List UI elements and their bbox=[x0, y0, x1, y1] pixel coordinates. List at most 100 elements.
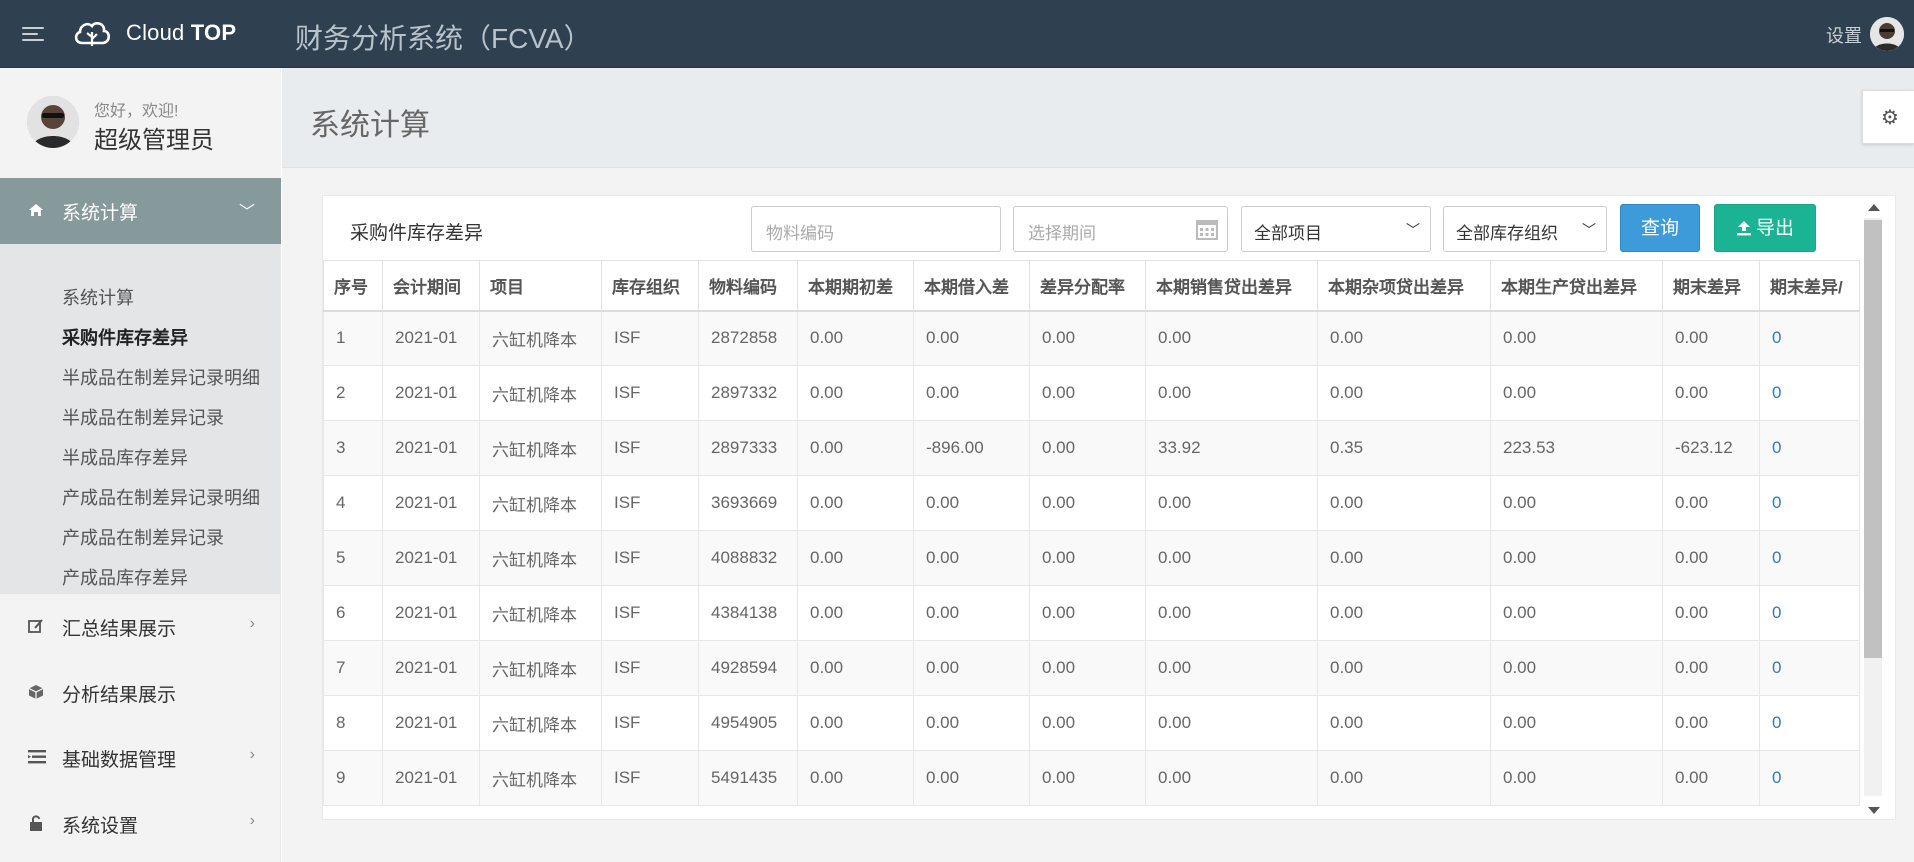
table-cell-link[interactable]: 0 bbox=[1759, 750, 1860, 806]
table-scrollbar[interactable] bbox=[1860, 202, 1882, 814]
nav-analysis-results-label: 分析结果展示 bbox=[62, 685, 177, 706]
column-header[interactable]: 序号 bbox=[323, 260, 383, 312]
submenu-item-purchase-inventory-diff[interactable]: 采购件库存差异 bbox=[62, 324, 188, 350]
table-cell-link[interactable]: 0 bbox=[1759, 695, 1860, 751]
column-header[interactable]: 本期杂项贷出差异 bbox=[1317, 260, 1491, 312]
table-cell: ISF bbox=[601, 585, 699, 641]
table-cell: 2021-01 bbox=[382, 310, 480, 366]
table-cell: 0.00 bbox=[1490, 640, 1663, 696]
column-header[interactable]: 本期借入差 bbox=[913, 260, 1030, 312]
table-row[interactable]: 4 2021-01 六缸机降本 ISF 3693669 0.00 0.00 0.00 0.00 0… bbox=[323, 475, 1860, 531]
table-row[interactable]: 6 2021-01 六缸机降本 ISF 4384138 0.00 0.00 0.00 0.00 0… bbox=[323, 585, 1860, 641]
table-cell-link[interactable]: 0 bbox=[1759, 585, 1860, 641]
nav-analysis-results[interactable]: 分析结果展示 bbox=[0, 660, 281, 726]
theme-settings-button[interactable]: ⚙ bbox=[1862, 90, 1914, 144]
table-row[interactable]: 7 2021-01 六缸机降本 ISF 4928594 0.00 0.00 0.00 0.00 0… bbox=[323, 640, 1860, 696]
export-button[interactable]: 导出 bbox=[1714, 204, 1816, 252]
table-cell: -896.00 bbox=[913, 420, 1030, 476]
table-row[interactable]: 2 2021-01 六缸机降本 ISF 2897332 0.00 0.00 0.00 0.00 0… bbox=[323, 365, 1860, 421]
table-cell: 4088832 bbox=[698, 530, 798, 586]
table-cell: 0.00 bbox=[797, 420, 914, 476]
column-header[interactable]: 项目 bbox=[479, 260, 602, 312]
table-row[interactable]: 3 2021-01 六缸机降本 ISF 2897333 0.00 -896.00 0.00 33… bbox=[323, 420, 1860, 476]
table-cell: 0.00 bbox=[1145, 640, 1318, 696]
table-cell: 0.00 bbox=[1317, 695, 1491, 751]
column-header[interactable]: 库存组织 bbox=[601, 260, 699, 312]
column-header[interactable]: 会计期间 bbox=[382, 260, 480, 312]
nav-system-settings[interactable]: 系统设置 › bbox=[0, 791, 281, 857]
period-input[interactable]: 选择期间 bbox=[1013, 206, 1228, 252]
table-cell: 4954905 bbox=[698, 695, 798, 751]
table-cell: 2021-01 bbox=[382, 695, 480, 751]
scroll-up-arrow-icon[interactable] bbox=[1868, 204, 1880, 211]
chevron-down-icon: ﹀ bbox=[238, 204, 255, 221]
table-cell: 0.00 bbox=[1662, 475, 1760, 531]
nav-summary-results[interactable]: 汇总结果展示 › bbox=[0, 594, 281, 660]
submenu-item-system-calc[interactable]: 系统计算 bbox=[62, 284, 134, 310]
table-cell: 5491435 bbox=[698, 750, 798, 806]
username: 超级管理员 bbox=[94, 127, 214, 154]
nav-system-settings-label: 系统设置 bbox=[62, 816, 139, 837]
column-header[interactable]: 本期销售贷出差异 bbox=[1145, 260, 1318, 312]
table-cell: 0.00 bbox=[1029, 310, 1146, 366]
submenu-item-finished-wip-detail[interactable]: 产成品在制差异记录明细 bbox=[62, 484, 260, 510]
column-header[interactable]: 差异分配率 bbox=[1029, 260, 1146, 312]
table-cell: 0.00 bbox=[1029, 750, 1146, 806]
table-row[interactable]: 1 2021-01 六缸机降本 ISF 2872858 0.00 0.00 0.00 0.00 0… bbox=[323, 310, 1860, 366]
brand-light: Cloud bbox=[126, 20, 185, 45]
table-cell-link[interactable]: 0 bbox=[1759, 530, 1860, 586]
top-navbar: Cloud TOP 财务分析系统（FCVA） 设置 bbox=[0, 0, 1914, 68]
user-avatar[interactable] bbox=[1870, 17, 1904, 51]
table-cell-link[interactable]: 0 bbox=[1759, 310, 1860, 366]
submenu-item-finished-inventory-diff[interactable]: 产成品库存差异 bbox=[62, 564, 188, 590]
org-select[interactable]: 全部库存组织 ﹀ bbox=[1443, 206, 1607, 252]
menu-toggle-icon[interactable] bbox=[22, 26, 44, 42]
column-header[interactable]: 本期期初差 bbox=[797, 260, 914, 312]
period-placeholder: 选择期间 bbox=[1028, 224, 1096, 243]
column-header[interactable]: 期末差异 bbox=[1662, 260, 1760, 312]
table-cell: 0.00 bbox=[797, 530, 914, 586]
table-cell: 0.00 bbox=[913, 365, 1030, 421]
column-header[interactable]: 物料编码 bbox=[698, 260, 798, 312]
table-row[interactable]: 8 2021-01 六缸机降本 ISF 4954905 0.00 0.00 0.00 0.00 0… bbox=[323, 695, 1860, 751]
table-row[interactable]: 9 2021-01 六缸机降本 ISF 5491435 0.00 0.00 0.00 0.00 0… bbox=[323, 750, 1860, 806]
table-cell: 0.00 bbox=[1662, 695, 1760, 751]
table-cell-link[interactable]: 0 bbox=[1759, 420, 1860, 476]
submenu-item-finished-wip-record[interactable]: 产成品在制差异记录 bbox=[62, 524, 224, 550]
table-cell: 2 bbox=[323, 365, 383, 421]
table-cell: 六缸机降本 bbox=[479, 365, 602, 421]
table-cell: 0.00 bbox=[913, 310, 1030, 366]
submenu-item-semi-wip-detail[interactable]: 半成品在制差异记录明细 bbox=[62, 364, 260, 390]
table-cell: 六缸机降本 bbox=[479, 695, 602, 751]
scrollbar-thumb[interactable] bbox=[1864, 220, 1882, 658]
scroll-down-arrow-icon[interactable] bbox=[1868, 807, 1880, 814]
table-cell: 0.00 bbox=[913, 530, 1030, 586]
chevron-right-icon: › bbox=[249, 615, 255, 632]
table-cell-link[interactable]: 0 bbox=[1759, 475, 1860, 531]
table-cell: 0.00 bbox=[1490, 310, 1663, 366]
table-row[interactable]: 5 2021-01 六缸机降本 ISF 4088832 0.00 0.00 0.00 0.00 0… bbox=[323, 530, 1860, 586]
table-cell: 0.00 bbox=[1029, 585, 1146, 641]
settings-link[interactable]: 设置 bbox=[1826, 22, 1862, 48]
profile-avatar[interactable] bbox=[27, 96, 79, 148]
column-header[interactable]: 本期生产贷出差异 bbox=[1490, 260, 1663, 312]
page-header: 系统计算 ⚙ bbox=[282, 68, 1914, 168]
query-button[interactable]: 查询 bbox=[1620, 204, 1700, 252]
table-cell: 2021-01 bbox=[382, 750, 480, 806]
column-header[interactable]: 期末差异/ bbox=[1759, 260, 1860, 312]
table-cell: 0.00 bbox=[1317, 640, 1491, 696]
nav-base-data[interactable]: 基础数据管理 › bbox=[0, 725, 281, 791]
material-code-input[interactable]: 物料编码 bbox=[751, 206, 1001, 252]
table-cell-link[interactable]: 0 bbox=[1759, 365, 1860, 421]
table-cell: 2021-01 bbox=[382, 365, 480, 421]
nav-system-calc[interactable]: 系统计算 ﹀ bbox=[0, 178, 281, 244]
system-title: 财务分析系统（FCVA） bbox=[295, 23, 592, 54]
calendar-icon[interactable] bbox=[1195, 217, 1219, 241]
table-cell: 0.00 bbox=[1029, 475, 1146, 531]
table-cell: 0.00 bbox=[1145, 585, 1318, 641]
brand-name[interactable]: Cloud TOP bbox=[126, 20, 236, 46]
submenu-item-semi-wip-record[interactable]: 半成品在制差异记录 bbox=[62, 404, 224, 430]
project-select[interactable]: 全部项目 ﹀ bbox=[1241, 206, 1431, 252]
submenu-item-semi-inventory-diff[interactable]: 半成品库存差异 bbox=[62, 444, 188, 470]
table-cell-link[interactable]: 0 bbox=[1759, 640, 1860, 696]
